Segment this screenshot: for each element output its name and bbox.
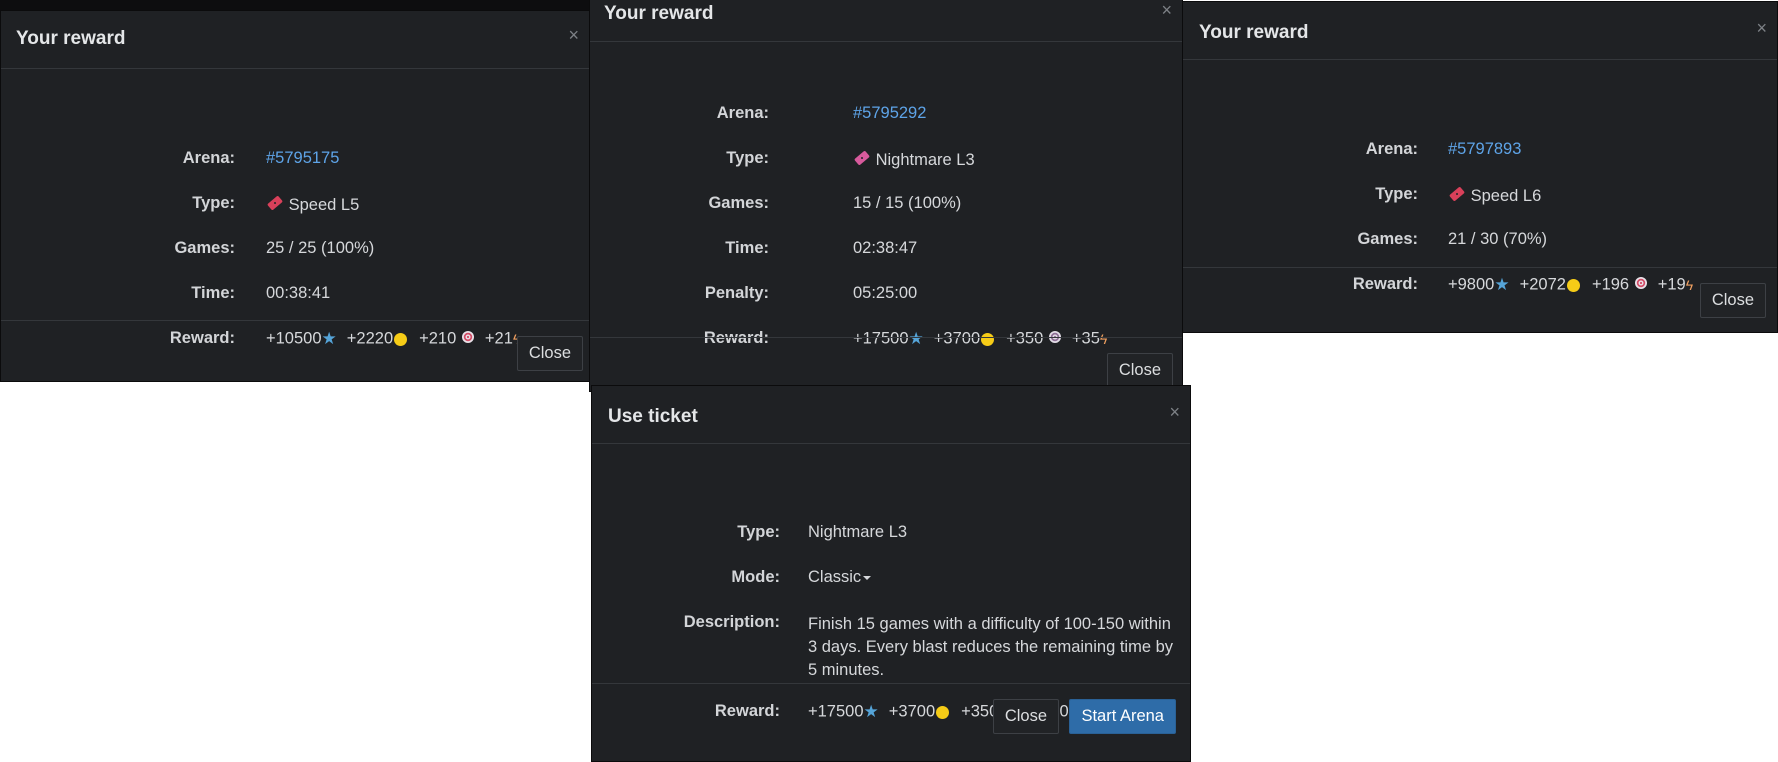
games-row: Games: 21 / 30 (70%)	[1183, 230, 1777, 254]
type-label: Type:	[737, 523, 780, 541]
use-ticket-modal: Use ticket × Type: Nightmare L3 Mode: Cl…	[591, 385, 1191, 762]
arena-link[interactable]: #5795175	[266, 149, 339, 168]
games-value: 21 / 30 (70%)	[1448, 230, 1548, 248]
games-value: 25 / 25 (100%)	[266, 239, 375, 257]
arena-row: Arena: #5797893	[1183, 140, 1777, 164]
modal-header: Your reward ×	[1, 11, 589, 69]
reward-modal-1: Your reward × Arena: #5795175 Type: Spee…	[0, 10, 590, 382]
reward-modal-2: Your reward × Arena: #5795292 Type: Nigh…	[589, 0, 1183, 392]
arena-row: Arena: #5795175	[1, 149, 589, 173]
modal-title: Your reward	[604, 3, 714, 24]
time-value: 02:38:47	[853, 239, 918, 257]
modal-title: Your reward	[1199, 22, 1309, 43]
close-icon[interactable]: ×	[1756, 18, 1767, 38]
type-row: Type: Speed L6	[1183, 185, 1777, 209]
arena-link[interactable]: #5797893	[1448, 140, 1521, 159]
close-icon[interactable]: ×	[568, 25, 579, 45]
modal-header: Use ticket ×	[592, 386, 1190, 444]
description-row: Description: Finish 15 games with a diff…	[592, 613, 1190, 685]
type-row: Type: Speed L5	[1, 194, 589, 218]
arena-label: Arena:	[182, 149, 235, 167]
modal-header: Your reward ×	[590, 0, 1182, 42]
ticket-icon	[1448, 185, 1466, 208]
close-icon[interactable]: ×	[1169, 402, 1180, 422]
penalty-value: 05:25:00	[853, 284, 918, 302]
type-text: Speed L6	[1470, 186, 1542, 205]
close-button[interactable]: Close	[516, 336, 583, 371]
close-button[interactable]: Close	[1699, 283, 1766, 318]
type-value: Speed L5	[266, 194, 359, 217]
close-button[interactable]: Close	[992, 699, 1059, 734]
mode-value: Classic	[808, 568, 862, 586]
time-value: 00:38:41	[266, 284, 331, 302]
type-value: Nightmare L3	[808, 523, 908, 541]
penalty-row: Penalty: 05:25:00	[590, 284, 1182, 308]
type-text: Speed L5	[288, 195, 360, 214]
close-button[interactable]: Close	[1106, 353, 1173, 388]
modal-footer: Close	[1, 320, 589, 381]
reward-modal-3: Your reward × Arena: #5797893 Type: Spee…	[1182, 1, 1778, 333]
time-label: Time:	[725, 239, 769, 257]
type-text: Nightmare L3	[875, 150, 975, 169]
modal-header: Your reward ×	[1183, 2, 1777, 60]
chevron-down-icon	[863, 575, 872, 580]
ticket-icon	[853, 149, 871, 172]
modal-title: Your reward	[16, 28, 126, 49]
modal-footer: Close Start Arena	[592, 683, 1190, 761]
modal-footer: Close	[590, 337, 1182, 391]
mode-label: Mode:	[731, 568, 780, 586]
arena-label: Arena:	[716, 104, 769, 122]
type-label: Type:	[1375, 185, 1418, 203]
page-backdrop	[0, 0, 590, 10]
modal-title: Use ticket	[608, 406, 698, 427]
games-value: 15 / 15 (100%)	[853, 194, 962, 212]
type-label: Type:	[192, 194, 235, 212]
time-row: Time: 02:38:47	[590, 239, 1182, 263]
type-row: Type: Nightmare L3	[592, 523, 1190, 547]
mode-dropdown[interactable]: Classic	[808, 568, 872, 587]
start-arena-button[interactable]: Start Arena	[1069, 699, 1176, 734]
type-value: Nightmare L3	[853, 149, 975, 172]
games-row: Games: 25 / 25 (100%)	[1, 239, 589, 263]
close-icon[interactable]: ×	[1161, 0, 1172, 20]
arena-label: Arena:	[1365, 140, 1418, 158]
games-label: Games:	[708, 194, 769, 212]
games-row: Games: 15 / 15 (100%)	[590, 194, 1182, 218]
type-row: Type: Nightmare L3	[590, 149, 1182, 173]
penalty-label: Penalty:	[704, 284, 769, 302]
mode-row: Mode: Classic	[592, 568, 1190, 592]
modal-footer: Close	[1183, 267, 1777, 332]
description-value: Finish 15 games with a difficulty of 100…	[808, 615, 1174, 679]
arena-row: Arena: #5795292	[590, 104, 1182, 128]
games-label: Games:	[174, 239, 235, 257]
time-row: Time: 00:38:41	[1, 284, 589, 308]
type-label: Type:	[726, 149, 769, 167]
arena-link[interactable]: #5795292	[853, 104, 926, 123]
description-label: Description:	[683, 613, 780, 631]
ticket-icon	[266, 194, 284, 217]
games-label: Games:	[1357, 230, 1418, 248]
time-label: Time:	[191, 284, 235, 302]
type-value: Speed L6	[1448, 185, 1541, 208]
